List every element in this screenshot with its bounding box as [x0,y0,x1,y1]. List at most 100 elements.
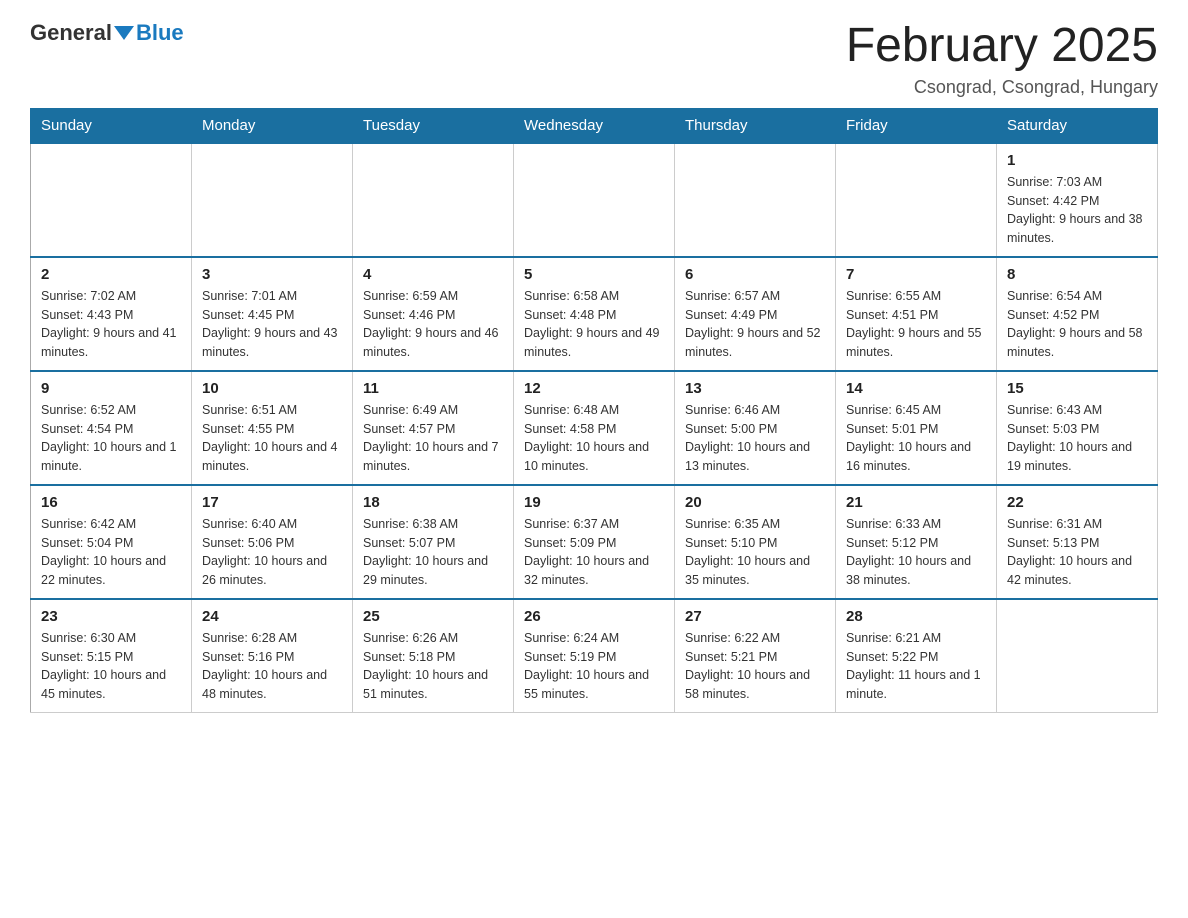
day-info: Sunrise: 6:59 AMSunset: 4:46 PMDaylight:… [363,287,503,362]
day-info: Sunrise: 6:26 AMSunset: 5:18 PMDaylight:… [363,629,503,704]
calendar-cell: 14Sunrise: 6:45 AMSunset: 5:01 PMDayligh… [836,371,997,485]
weekday-header-wednesday: Wednesday [514,108,675,143]
day-number: 27 [685,608,825,625]
day-info: Sunrise: 6:30 AMSunset: 5:15 PMDaylight:… [41,629,181,704]
calendar-cell: 5 Sunrise: 6:58 AMSunset: 4:48 PMDaylight… [514,257,675,371]
day-info: Sunrise: 7:01 AMSunset: 4:45 PMDaylight:… [202,287,342,362]
day-number: 16 [41,494,181,511]
day-info: Sunrise: 6:43 AMSunset: 5:03 PMDaylight:… [1007,401,1147,476]
day-number: 3 [202,266,342,283]
calendar-cell [675,143,836,257]
logo-blue-text: Blue [136,20,184,46]
week-row-1: 1Sunrise: 7:03 AMSunset: 4:42 PMDaylight… [31,143,1158,257]
day-info: Sunrise: 6:48 AMSunset: 4:58 PMDaylight:… [524,401,664,476]
calendar-cell: 19Sunrise: 6:37 AMSunset: 5:09 PMDayligh… [514,485,675,599]
calendar-cell: 15 Sunrise: 6:43 AMSunset: 5:03 PMDayligh… [997,371,1158,485]
day-number: 1 [1007,152,1147,169]
calendar-cell: 20 Sunrise: 6:35 AMSunset: 5:10 PMDayligh… [675,485,836,599]
day-info: Sunrise: 6:54 AMSunset: 4:52 PMDaylight:… [1007,287,1147,362]
day-number: 21 [846,494,986,511]
day-number: 22 [1007,494,1147,511]
day-number: 6 [685,266,825,283]
week-row-3: 9 Sunrise: 6:52 AMSunset: 4:54 PMDaylight… [31,371,1158,485]
calendar-cell: 26 Sunrise: 6:24 AMSunset: 5:19 PMDayligh… [514,599,675,713]
calendar-cell: 8Sunrise: 6:54 AMSunset: 4:52 PMDaylight… [997,257,1158,371]
calendar-cell: 12 Sunrise: 6:48 AMSunset: 4:58 PMDayligh… [514,371,675,485]
weekday-header-row: SundayMondayTuesdayWednesdayThursdayFrid… [31,108,1158,143]
day-number: 12 [524,380,664,397]
week-row-5: 23 Sunrise: 6:30 AMSunset: 5:15 PMDayligh… [31,599,1158,713]
weekday-header-sunday: Sunday [31,108,192,143]
day-number: 5 [524,266,664,283]
month-title: February 2025 [846,20,1158,73]
calendar-cell: 1Sunrise: 7:03 AMSunset: 4:42 PMDaylight… [997,143,1158,257]
calendar-cell: 22 Sunrise: 6:31 AMSunset: 5:13 PMDayligh… [997,485,1158,599]
day-number: 15 [1007,380,1147,397]
calendar-cell [514,143,675,257]
calendar-cell: 4 Sunrise: 6:59 AMSunset: 4:46 PMDaylight… [353,257,514,371]
weekday-header-saturday: Saturday [997,108,1158,143]
day-number: 2 [41,266,181,283]
day-number: 9 [41,380,181,397]
calendar-cell [192,143,353,257]
day-info: Sunrise: 6:55 AMSunset: 4:51 PMDaylight:… [846,287,986,362]
day-number: 4 [363,266,503,283]
weekday-header-monday: Monday [192,108,353,143]
day-number: 20 [685,494,825,511]
calendar-cell: 6 Sunrise: 6:57 AMSunset: 4:49 PMDaylight… [675,257,836,371]
day-info: Sunrise: 6:52 AMSunset: 4:54 PMDaylight:… [41,401,181,476]
day-number: 14 [846,380,986,397]
calendar-cell: 2 Sunrise: 7:02 AMSunset: 4:43 PMDaylight… [31,257,192,371]
day-number: 7 [846,266,986,283]
day-number: 23 [41,608,181,625]
day-number: 26 [524,608,664,625]
calendar-cell: 27 Sunrise: 6:22 AMSunset: 5:21 PMDayligh… [675,599,836,713]
day-info: Sunrise: 6:22 AMSunset: 5:21 PMDaylight:… [685,629,825,704]
calendar-cell: 10Sunrise: 6:51 AMSunset: 4:55 PMDayligh… [192,371,353,485]
calendar-cell: 11 Sunrise: 6:49 AMSunset: 4:57 PMDayligh… [353,371,514,485]
calendar-cell: 17Sunrise: 6:40 AMSunset: 5:06 PMDayligh… [192,485,353,599]
location-label: Csongrad, Csongrad, Hungary [846,77,1158,98]
logo-triangle-icon [114,26,134,40]
day-info: Sunrise: 6:46 AMSunset: 5:00 PMDaylight:… [685,401,825,476]
weekday-header-tuesday: Tuesday [353,108,514,143]
calendar-cell [31,143,192,257]
calendar-cell: 24Sunrise: 6:28 AMSunset: 5:16 PMDayligh… [192,599,353,713]
calendar-table: SundayMondayTuesdayWednesdayThursdayFrid… [30,108,1158,713]
calendar-cell: 7 Sunrise: 6:55 AMSunset: 4:51 PMDaylight… [836,257,997,371]
title-section: February 2025 Csongrad, Csongrad, Hungar… [846,20,1158,98]
day-info: Sunrise: 6:21 AMSunset: 5:22 PMDaylight:… [846,629,986,704]
day-info: Sunrise: 6:24 AMSunset: 5:19 PMDaylight:… [524,629,664,704]
calendar-cell: 23 Sunrise: 6:30 AMSunset: 5:15 PMDayligh… [31,599,192,713]
day-info: Sunrise: 6:38 AMSunset: 5:07 PMDaylight:… [363,515,503,590]
day-info: Sunrise: 6:42 AMSunset: 5:04 PMDaylight:… [41,515,181,590]
day-info: Sunrise: 6:49 AMSunset: 4:57 PMDaylight:… [363,401,503,476]
day-number: 24 [202,608,342,625]
logo-general-text: General [30,20,112,46]
calendar-cell [997,599,1158,713]
day-number: 13 [685,380,825,397]
day-number: 25 [363,608,503,625]
page-header: General Blue February 2025 Csongrad, Cso… [30,20,1158,98]
calendar-cell [353,143,514,257]
day-number: 10 [202,380,342,397]
week-row-2: 2 Sunrise: 7:02 AMSunset: 4:43 PMDaylight… [31,257,1158,371]
day-info: Sunrise: 6:58 AMSunset: 4:48 PMDaylight:… [524,287,664,362]
day-info: Sunrise: 6:33 AMSunset: 5:12 PMDaylight:… [846,515,986,590]
day-info: Sunrise: 7:02 AMSunset: 4:43 PMDaylight:… [41,287,181,362]
day-number: 11 [363,380,503,397]
logo-blue-part: Blue [112,20,184,46]
weekday-header-friday: Friday [836,108,997,143]
day-info: Sunrise: 6:37 AMSunset: 5:09 PMDaylight:… [524,515,664,590]
day-info: Sunrise: 6:31 AMSunset: 5:13 PMDaylight:… [1007,515,1147,590]
day-number: 18 [363,494,503,511]
day-info: Sunrise: 6:40 AMSunset: 5:06 PMDaylight:… [202,515,342,590]
weekday-header-thursday: Thursday [675,108,836,143]
calendar-cell [836,143,997,257]
calendar-cell: 13 Sunrise: 6:46 AMSunset: 5:00 PMDayligh… [675,371,836,485]
calendar-cell: 28Sunrise: 6:21 AMSunset: 5:22 PMDayligh… [836,599,997,713]
logo: General Blue [30,20,184,46]
day-info: Sunrise: 6:35 AMSunset: 5:10 PMDaylight:… [685,515,825,590]
day-info: Sunrise: 6:57 AMSunset: 4:49 PMDaylight:… [685,287,825,362]
week-row-4: 16 Sunrise: 6:42 AMSunset: 5:04 PMDayligh… [31,485,1158,599]
